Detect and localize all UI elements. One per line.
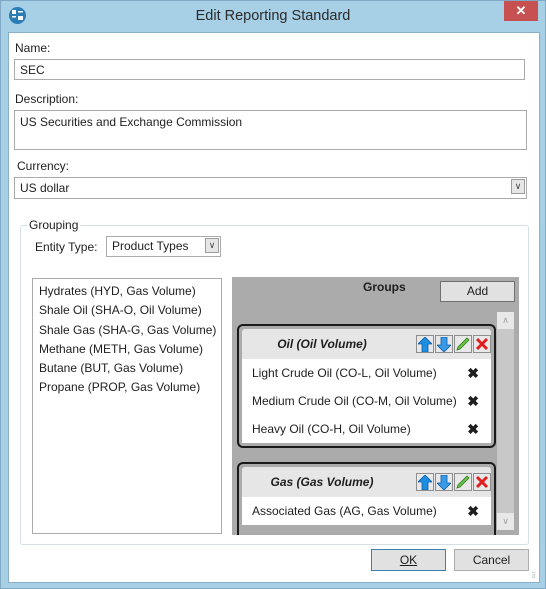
currency-value: US dollar xyxy=(20,181,70,195)
cancel-button[interactable]: Cancel xyxy=(454,549,529,571)
remove-member-icon[interactable]: ✖ xyxy=(467,497,479,525)
arrow-down-icon xyxy=(437,336,451,352)
delete-icon xyxy=(475,475,489,489)
group-card-gas: Gas (Gas Volume) Associated Gas (AG, Gas… xyxy=(237,462,496,535)
group-card-oil: Oil (Oil Volume) Light Crude Oil (CO-L, … xyxy=(237,324,496,448)
group-name: Gas (Gas Volume) xyxy=(270,475,374,489)
description-input[interactable]: US Securities and Exchange Commission xyxy=(14,110,527,150)
chevron-down-icon[interactable]: ∨ xyxy=(205,238,219,253)
list-item[interactable]: Shale Gas (SHA-G, Gas Volume) xyxy=(33,321,221,340)
member-label: Light Crude Oil (CO-L, Oil Volume) xyxy=(252,366,437,380)
ok-button[interactable]: OK xyxy=(371,549,446,571)
arrow-up-icon xyxy=(418,336,432,352)
edit-group-button[interactable] xyxy=(454,335,472,353)
description-label: Description: xyxy=(15,92,79,106)
resize-grip-icon[interactable]: ⣿ xyxy=(532,572,536,579)
groups-title: Groups xyxy=(363,280,406,294)
member-label: Heavy Oil (CO-H, Oil Volume) xyxy=(252,422,411,436)
currency-select[interactable]: US dollar ∨ xyxy=(14,177,527,199)
list-item[interactable]: Butane (BUT, Gas Volume) xyxy=(33,359,221,378)
ok-label: OK xyxy=(399,553,418,567)
group-member[interactable]: Associated Gas (AG, Gas Volume) ✖ xyxy=(242,497,491,525)
dialog-window: Edit Reporting Standard ✕ Name: SEC Desc… xyxy=(0,0,546,589)
entity-type-label: Entity Type: xyxy=(35,240,98,254)
pencil-icon xyxy=(456,337,470,351)
remove-member-icon[interactable]: ✖ xyxy=(467,359,479,387)
groups-scrollbar[interactable]: ∧ ∨ xyxy=(497,312,514,530)
pencil-icon xyxy=(456,475,470,489)
groups-panel: Groups Add Oil (Oil Volume) Light Crude … xyxy=(232,277,519,535)
remove-member-icon[interactable]: ✖ xyxy=(467,387,479,415)
list-item[interactable]: Propane (PROP, Gas Volume) xyxy=(33,378,221,397)
title-bar[interactable]: Edit Reporting Standard ✕ xyxy=(1,1,545,31)
scroll-down-icon[interactable]: ∨ xyxy=(497,513,514,530)
chevron-down-icon[interactable]: ∨ xyxy=(511,179,525,194)
group-header: Gas (Gas Volume) xyxy=(242,467,491,497)
entity-type-value: Product Types xyxy=(112,239,189,253)
list-item[interactable]: Hydrates (HYD, Gas Volume) xyxy=(33,282,221,301)
name-input[interactable]: SEC xyxy=(14,59,525,80)
move-up-button[interactable] xyxy=(416,473,434,491)
delete-group-button[interactable] xyxy=(473,473,491,491)
member-label: Associated Gas (AG, Gas Volume) xyxy=(252,504,437,518)
window-title: Edit Reporting Standard xyxy=(195,8,351,24)
arrow-up-icon xyxy=(418,474,432,490)
group-member[interactable]: Heavy Oil (CO-H, Oil Volume) ✖ xyxy=(242,415,491,443)
group-member[interactable]: Medium Crude Oil (CO-M, Oil Volume) ✖ xyxy=(242,387,491,415)
move-down-button[interactable] xyxy=(435,473,453,491)
entity-type-select[interactable]: Product Types ∨ xyxy=(106,236,221,257)
add-group-button[interactable]: Add xyxy=(440,281,515,302)
move-up-button[interactable] xyxy=(416,335,434,353)
group-members: Associated Gas (AG, Gas Volume) ✖ xyxy=(242,497,491,525)
grouping-title: Grouping xyxy=(27,218,81,232)
member-label: Medium Crude Oil (CO-M, Oil Volume) xyxy=(252,394,457,408)
name-label: Name: xyxy=(15,41,51,55)
arrow-down-icon xyxy=(437,474,451,490)
edit-group-button[interactable] xyxy=(454,473,472,491)
remove-member-icon[interactable]: ✖ xyxy=(467,415,479,443)
group-name: Oil (Oil Volume) xyxy=(277,337,367,351)
dialog-content: Name: SEC Description: US Securities and… xyxy=(8,32,540,583)
delete-icon xyxy=(475,337,489,351)
delete-group-button[interactable] xyxy=(473,335,491,353)
group-members: Light Crude Oil (CO-L, Oil Volume) ✖ Medi… xyxy=(242,359,491,443)
list-item[interactable]: Methane (METH, Gas Volume) xyxy=(33,340,221,359)
list-item[interactable]: Shale Oil (SHA-O, Oil Volume) xyxy=(33,301,221,320)
cancel-label: Cancel xyxy=(472,553,511,567)
scroll-up-icon[interactable]: ∧ xyxy=(497,312,514,329)
group-header: Oil (Oil Volume) xyxy=(242,329,491,359)
group-member[interactable]: Light Crude Oil (CO-L, Oil Volume) ✖ xyxy=(242,359,491,387)
move-down-button[interactable] xyxy=(435,335,453,353)
close-button[interactable]: ✕ xyxy=(504,1,538,21)
available-items-list[interactable]: Hydrates (HYD, Gas Volume) Shale Oil (SH… xyxy=(32,278,222,534)
currency-label: Currency: xyxy=(17,159,70,173)
